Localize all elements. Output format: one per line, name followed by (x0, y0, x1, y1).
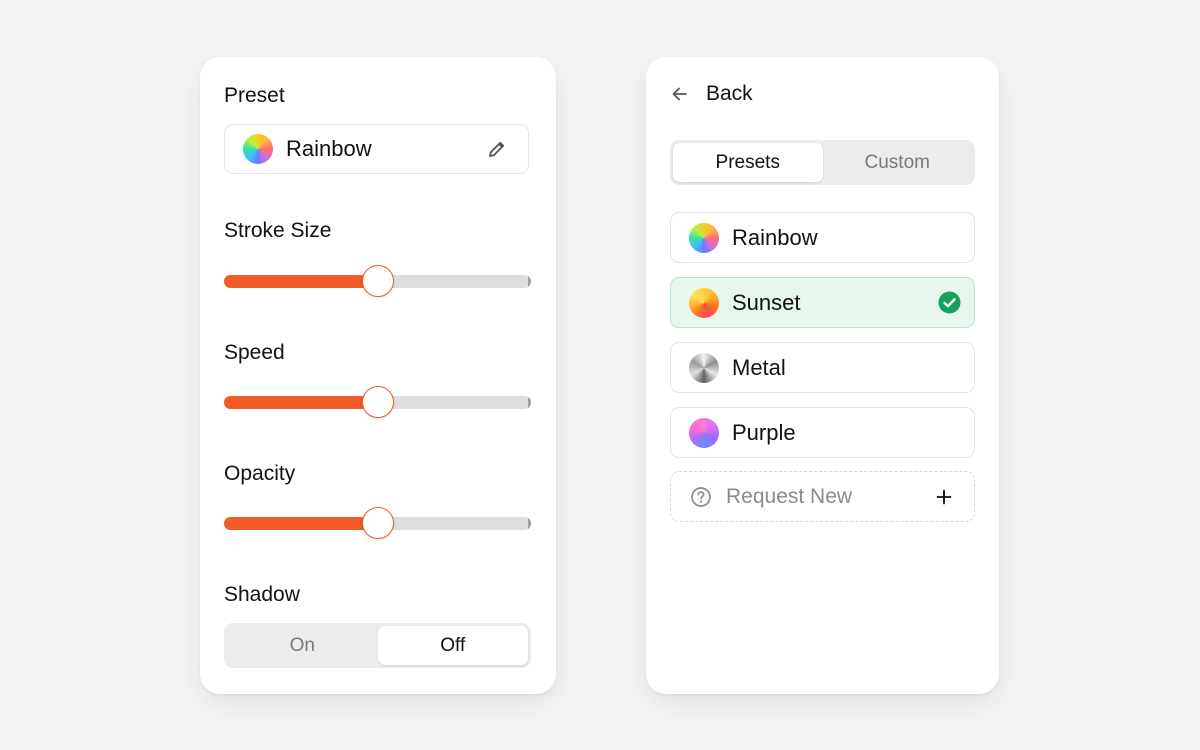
speed-slider[interactable] (224, 382, 531, 418)
preset-item-purple[interactable]: Purple (670, 407, 975, 458)
preset-item-sunset[interactable]: Sunset (670, 277, 975, 328)
shadow-off-option[interactable]: Off (377, 626, 528, 665)
opacity-label: Opacity (224, 462, 296, 485)
request-new-label: Request New (726, 484, 853, 508)
settings-panel: Preset Rainbow Stroke Size Speed Opacity… (200, 57, 556, 694)
request-new-button[interactable]: Request New (670, 471, 975, 522)
slider-thumb[interactable] (361, 507, 394, 539)
help-circle-icon (690, 486, 712, 508)
plus-icon (936, 489, 952, 505)
back-button[interactable]: Back (670, 82, 753, 106)
preset-selector[interactable]: Rainbow (224, 124, 529, 174)
shadow-label: Shadow (224, 583, 300, 606)
slider-fill (224, 517, 378, 530)
rainbow-swatch-icon (243, 134, 273, 164)
stroke-size-slider[interactable] (224, 261, 531, 297)
speed-label: Speed (224, 341, 285, 364)
metal-swatch-icon (689, 352, 719, 383)
preset-tabs: Presets Custom (670, 140, 975, 185)
tab-custom[interactable]: Custom (823, 143, 973, 182)
tab-presets[interactable]: Presets (673, 143, 823, 182)
opacity-slider[interactable] (224, 503, 531, 539)
preset-item-label: Rainbow (732, 224, 818, 250)
slider-fill (224, 275, 378, 288)
preset-label: Preset (224, 84, 285, 107)
arrow-left-icon (670, 83, 692, 105)
slider-fill (224, 396, 378, 409)
slider-thumb[interactable] (361, 386, 394, 418)
check-circle-icon (938, 291, 961, 314)
sunset-swatch-icon (689, 287, 719, 318)
back-label: Back (706, 82, 753, 105)
preset-item-label: Metal (732, 354, 786, 380)
preset-item-label: Sunset (732, 289, 801, 315)
preset-value: Rainbow (286, 136, 372, 161)
pencil-icon[interactable] (486, 138, 508, 160)
preset-item-rainbow[interactable]: Rainbow (670, 212, 975, 263)
shadow-on-option[interactable]: On (227, 626, 378, 665)
stroke-size-label: Stroke Size (224, 219, 332, 242)
preset-item-metal[interactable]: Metal (670, 342, 975, 393)
preset-picker-panel: Back Presets Custom Rainbow Sunset Metal… (646, 57, 999, 694)
rainbow-swatch-icon (689, 222, 719, 253)
preset-item-label: Purple (732, 419, 796, 445)
purple-swatch-icon (689, 417, 719, 448)
shadow-toggle: On Off (224, 623, 531, 668)
slider-thumb[interactable] (361, 265, 394, 297)
